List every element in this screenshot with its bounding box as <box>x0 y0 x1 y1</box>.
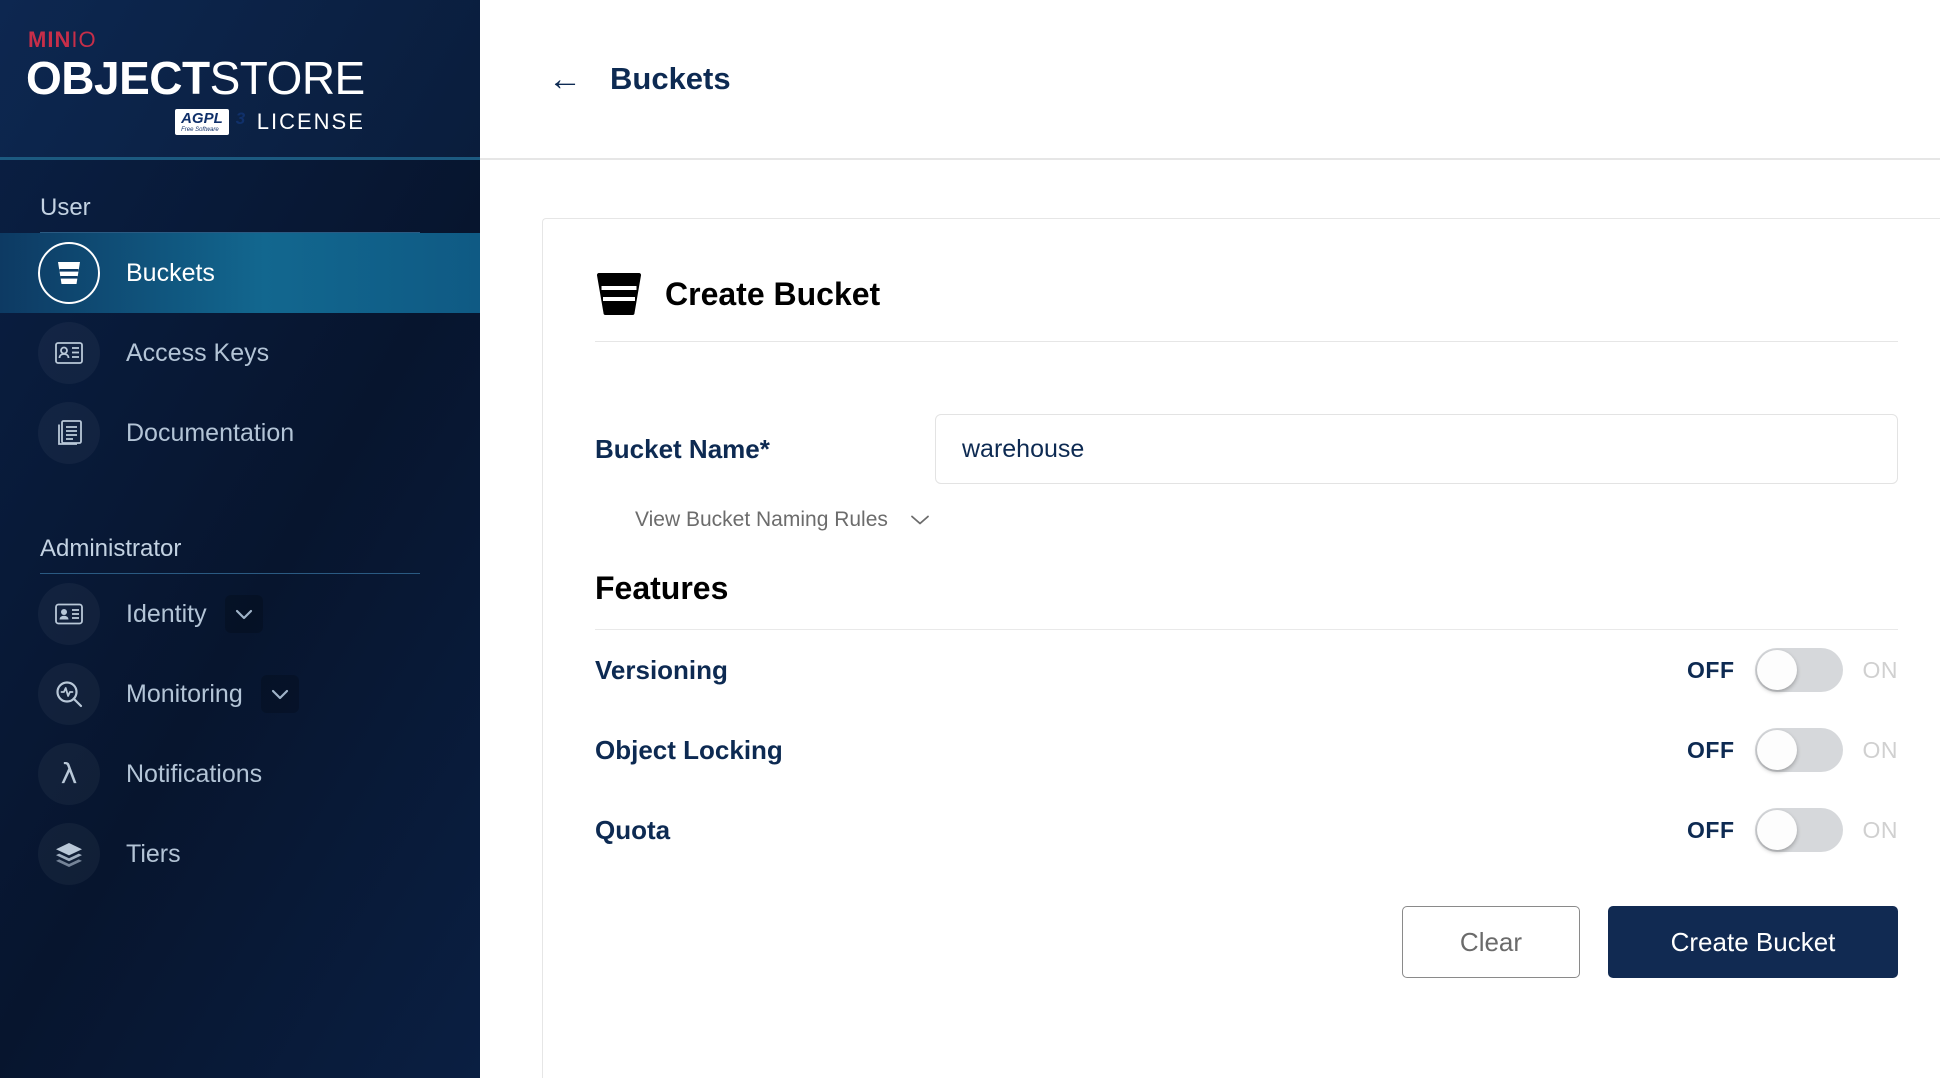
sidebar-item-label: Identity <box>126 599 207 628</box>
agpl-version: 3 <box>235 109 245 129</box>
versioning-toggle[interactable] <box>1754 648 1843 692</box>
naming-rules-label: View Bucket Naming Rules <box>635 508 888 531</box>
bucket-name-row: Bucket Name* <box>595 414 1940 484</box>
view-bucket-naming-rules-link[interactable]: View Bucket Naming Rules <box>635 508 930 532</box>
panel-header: Create Bucket <box>595 219 1940 341</box>
main-region: ← Buckets Create Bucket Bucket Name* war… <box>480 0 1940 1078</box>
page-title: Buckets <box>610 61 731 96</box>
content-area: Create Bucket Bucket Name* View Bucket N… <box>480 160 1940 1078</box>
form-actions: Clear Create Bucket <box>595 906 1940 978</box>
wordmark-store: STORE <box>209 52 366 104</box>
sidebar-item-label: Monitoring <box>126 679 243 708</box>
object-locking-toggle-group: OFF ON <box>1687 728 1898 772</box>
quota-toggle[interactable] <box>1754 808 1843 852</box>
sidebar-item-label: Tiers <box>126 839 181 868</box>
access-keys-icon <box>38 322 100 384</box>
versioning-toggle-group: OFF ON <box>1687 648 1898 692</box>
sidebar-item-label: Access Keys <box>126 338 270 367</box>
wordmark-object: OBJECT <box>26 52 210 104</box>
agpl-label: AGPL <box>181 110 223 128</box>
feature-row-object-locking: Object Locking OFF ON <box>595 710 1940 790</box>
sidebar-item-notifications[interactable]: λ Notifications <box>0 734 480 814</box>
object-store-wordmark: OBJECTSTORE <box>26 55 365 101</box>
sidebar-item-label: Notifications <box>126 759 263 788</box>
chevron-down-icon <box>910 514 930 526</box>
minio-min: MIN <box>28 27 72 52</box>
panel-title: Create Bucket <box>665 275 881 312</box>
panel-header-divider <box>595 341 1898 342</box>
minio-io: IO <box>71 27 97 52</box>
create-bucket-button[interactable]: Create Bucket <box>1608 906 1898 978</box>
toggle-knob <box>1756 810 1797 850</box>
monitoring-icon <box>38 663 100 725</box>
toggle-on-label: ON <box>1862 656 1898 683</box>
feature-row-quota: Quota OFF ON <box>595 790 1940 870</box>
documentation-icon <box>38 402 100 464</box>
identity-icon <box>38 583 100 645</box>
feature-label: Versioning <box>595 654 728 685</box>
sidebar-item-buckets[interactable]: Buckets <box>0 233 480 313</box>
sidebar: MINIO OBJECTSTORE AGPL Free Software 3 L… <box>0 0 480 1078</box>
bucket-icon <box>38 242 100 304</box>
toggle-knob <box>1756 650 1797 690</box>
minio-wordmark: MINIO <box>28 29 97 51</box>
license-word: LICENSE <box>256 109 365 134</box>
feature-label: Quota <box>595 814 671 845</box>
object-locking-toggle[interactable] <box>1754 728 1843 772</box>
agpl-badge-icon: AGPL Free Software 3 <box>175 109 245 135</box>
nav-section-title-user: User <box>40 194 91 221</box>
notifications-lambda-icon: λ <box>38 743 100 805</box>
sidebar-item-documentation[interactable]: Documentation <box>0 393 480 473</box>
quota-toggle-group: OFF ON <box>1687 808 1898 852</box>
chevron-down-icon[interactable] <box>224 595 263 633</box>
create-bucket-panel: Create Bucket Bucket Name* View Bucket N… <box>542 218 1940 1078</box>
tiers-layers-icon <box>38 823 100 885</box>
sidebar-item-access-keys[interactable]: Access Keys <box>0 313 480 393</box>
toggle-off-label: OFF <box>1687 656 1735 683</box>
license-line: AGPL Free Software 3 LICENSE <box>175 109 365 135</box>
sidebar-item-identity[interactable]: Identity <box>0 574 480 654</box>
bucket-icon <box>595 271 643 317</box>
bucket-name-input[interactable] <box>935 414 1898 484</box>
features-heading: Features <box>595 570 729 606</box>
chevron-down-icon[interactable] <box>260 675 299 713</box>
page-header: ← Buckets <box>480 0 1940 160</box>
toggle-on-label: ON <box>1862 736 1898 763</box>
back-arrow-icon[interactable]: ← <box>548 62 582 96</box>
agpl-sublabel: Free Software <box>181 127 219 134</box>
bucket-name-label: Bucket Name* <box>595 433 770 464</box>
toggle-off-label: OFF <box>1687 816 1735 843</box>
brand-logo-block: MINIO OBJECTSTORE AGPL Free Software 3 L… <box>0 0 480 160</box>
sidebar-item-label: Buckets <box>126 258 215 287</box>
feature-label: Object Locking <box>595 734 783 765</box>
clear-button[interactable]: Clear <box>1402 906 1580 978</box>
sidebar-item-label: Documentation <box>126 418 295 447</box>
toggle-on-label: ON <box>1862 816 1898 843</box>
sidebar-item-monitoring[interactable]: Monitoring <box>0 654 480 734</box>
toggle-knob <box>1756 730 1797 770</box>
sidebar-nav: User Buckets Access Keys Documentation A… <box>0 160 480 1078</box>
nav-section-title-administrator: Administrator <box>40 535 182 562</box>
feature-row-versioning: Versioning OFF ON <box>595 630 1940 710</box>
toggle-off-label: OFF <box>1687 736 1735 763</box>
sidebar-item-tiers[interactable]: Tiers <box>0 814 480 894</box>
